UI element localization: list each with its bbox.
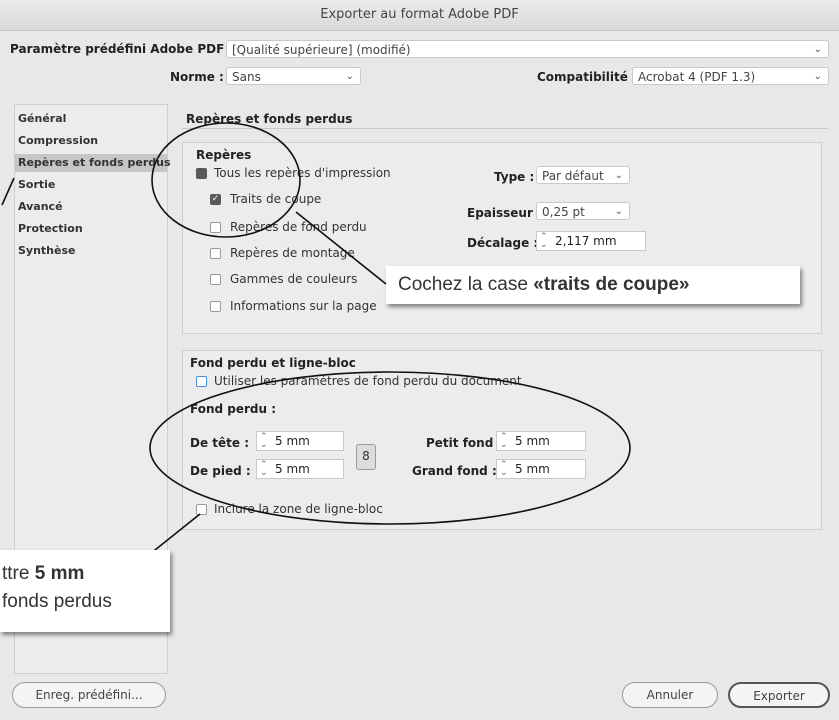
save-preset-button[interactable]: Enreg. prédéfini... [12, 682, 166, 708]
callout-text: ttre [2, 563, 35, 584]
bleed-callout: ttre 5 mm fonds perdus [0, 550, 170, 632]
callout-bold-text: 5 mm [34, 563, 85, 584]
callout-line-marks [295, 211, 387, 285]
cancel-button[interactable]: Annuler [622, 682, 718, 708]
callout-line-sidebar [1, 177, 15, 206]
callout-ellipse-bleed [149, 371, 631, 525]
callout-circle-marks [151, 122, 301, 238]
export-button[interactable]: Exporter [728, 682, 830, 708]
callout-text: fonds perdus [2, 591, 112, 612]
